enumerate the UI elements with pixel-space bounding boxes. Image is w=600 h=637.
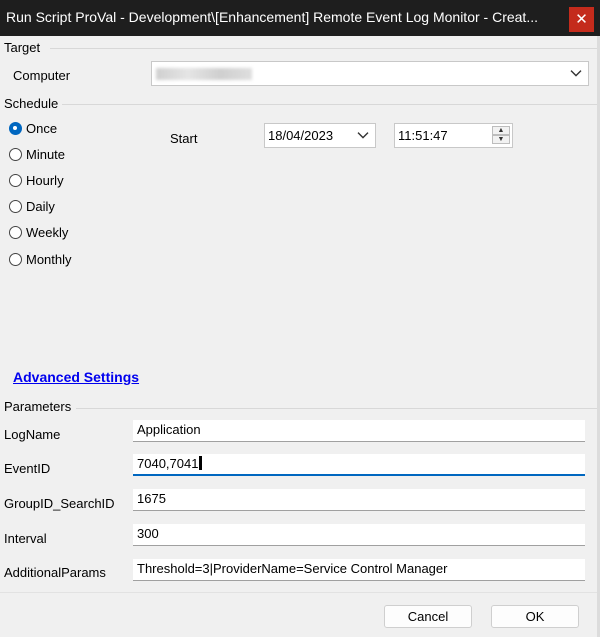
- radio-icon: [9, 174, 22, 187]
- parameters-separator: [76, 408, 598, 409]
- title-bar[interactable]: Run Script ProVal - Development\[Enhance…: [0, 0, 600, 36]
- schedule-separator: [62, 104, 598, 105]
- param-label-eventid: EventID: [4, 461, 51, 476]
- spin-down-icon[interactable]: ▼: [492, 135, 510, 144]
- param-label-interval: Interval: [4, 531, 47, 546]
- radio-label: Minute: [26, 147, 66, 162]
- radio-icon: [9, 226, 22, 239]
- radio-label: Hourly: [26, 173, 64, 188]
- radio-once[interactable]: Once: [9, 121, 57, 139]
- radio-hourly[interactable]: Hourly: [9, 173, 64, 191]
- radio-weekly[interactable]: Weekly: [9, 225, 68, 243]
- param-label-groupid-searchid: GroupID_SearchID: [4, 496, 115, 511]
- radio-label: Once: [26, 121, 58, 136]
- radio-daily[interactable]: Daily: [9, 199, 55, 217]
- radio-icon: [9, 200, 22, 213]
- param-value: Application: [137, 422, 201, 437]
- chevron-down-icon[interactable]: [357, 131, 369, 139]
- param-label-additionalparams: AdditionalParams: [4, 565, 106, 580]
- target-group-label: Target: [4, 40, 41, 55]
- radio-label: Daily: [26, 199, 55, 214]
- parameters-group-label: Parameters: [4, 399, 72, 414]
- param-input-eventid[interactable]: 7040,7041: [133, 454, 585, 476]
- param-input-logname[interactable]: Application: [133, 420, 585, 442]
- radio-monthly[interactable]: Monthly: [9, 252, 72, 270]
- spin-up-icon[interactable]: ▲: [492, 126, 510, 135]
- time-spinner[interactable]: ▲ ▼: [492, 126, 510, 145]
- radio-label: Monthly: [26, 252, 72, 267]
- computer-value-redacted: [156, 68, 252, 80]
- radio-label: Weekly: [26, 225, 69, 240]
- window-title: Run Script ProVal - Development\[Enhance…: [6, 9, 538, 25]
- start-date-value: 18/04/2023: [268, 128, 334, 143]
- computer-dropdown[interactable]: [151, 61, 589, 86]
- start-time-picker[interactable]: 11:51:47 ▲ ▼: [394, 123, 513, 148]
- start-date-picker[interactable]: 18/04/2023: [264, 123, 376, 148]
- advanced-settings-link[interactable]: Advanced Settings: [13, 369, 139, 385]
- start-label: Start: [170, 131, 198, 146]
- radio-minute[interactable]: Minute: [9, 147, 65, 165]
- close-icon: ✕: [575, 11, 588, 28]
- radio-icon: [9, 253, 22, 266]
- param-value: 1675: [137, 491, 166, 506]
- footer-separator: [0, 592, 600, 593]
- cancel-button[interactable]: Cancel: [384, 605, 472, 628]
- param-input-interval[interactable]: 300: [133, 524, 585, 546]
- ok-button[interactable]: OK: [491, 605, 579, 628]
- param-value: 300: [137, 526, 159, 541]
- param-label-logname: LogName: [4, 427, 61, 442]
- param-value: 7040,7041: [137, 456, 199, 471]
- computer-label: Computer: [13, 68, 71, 83]
- chevron-down-icon: [570, 69, 582, 77]
- radio-selected-icon: [9, 122, 22, 135]
- close-button[interactable]: ✕: [569, 7, 594, 32]
- start-time-value: 11:51:47: [398, 128, 448, 143]
- param-input-additionalparams[interactable]: Threshold=3|ProviderName=Service Control…: [133, 559, 585, 581]
- param-value: Threshold=3|ProviderName=Service Control…: [137, 561, 448, 576]
- radio-icon: [9, 148, 22, 161]
- run-script-dialog: Run Script ProVal - Development\[Enhance…: [0, 0, 600, 637]
- schedule-group-label: Schedule: [4, 96, 59, 111]
- text-caret: [199, 456, 203, 470]
- param-input-groupid-searchid[interactable]: 1675: [133, 489, 585, 511]
- target-separator: [50, 48, 598, 49]
